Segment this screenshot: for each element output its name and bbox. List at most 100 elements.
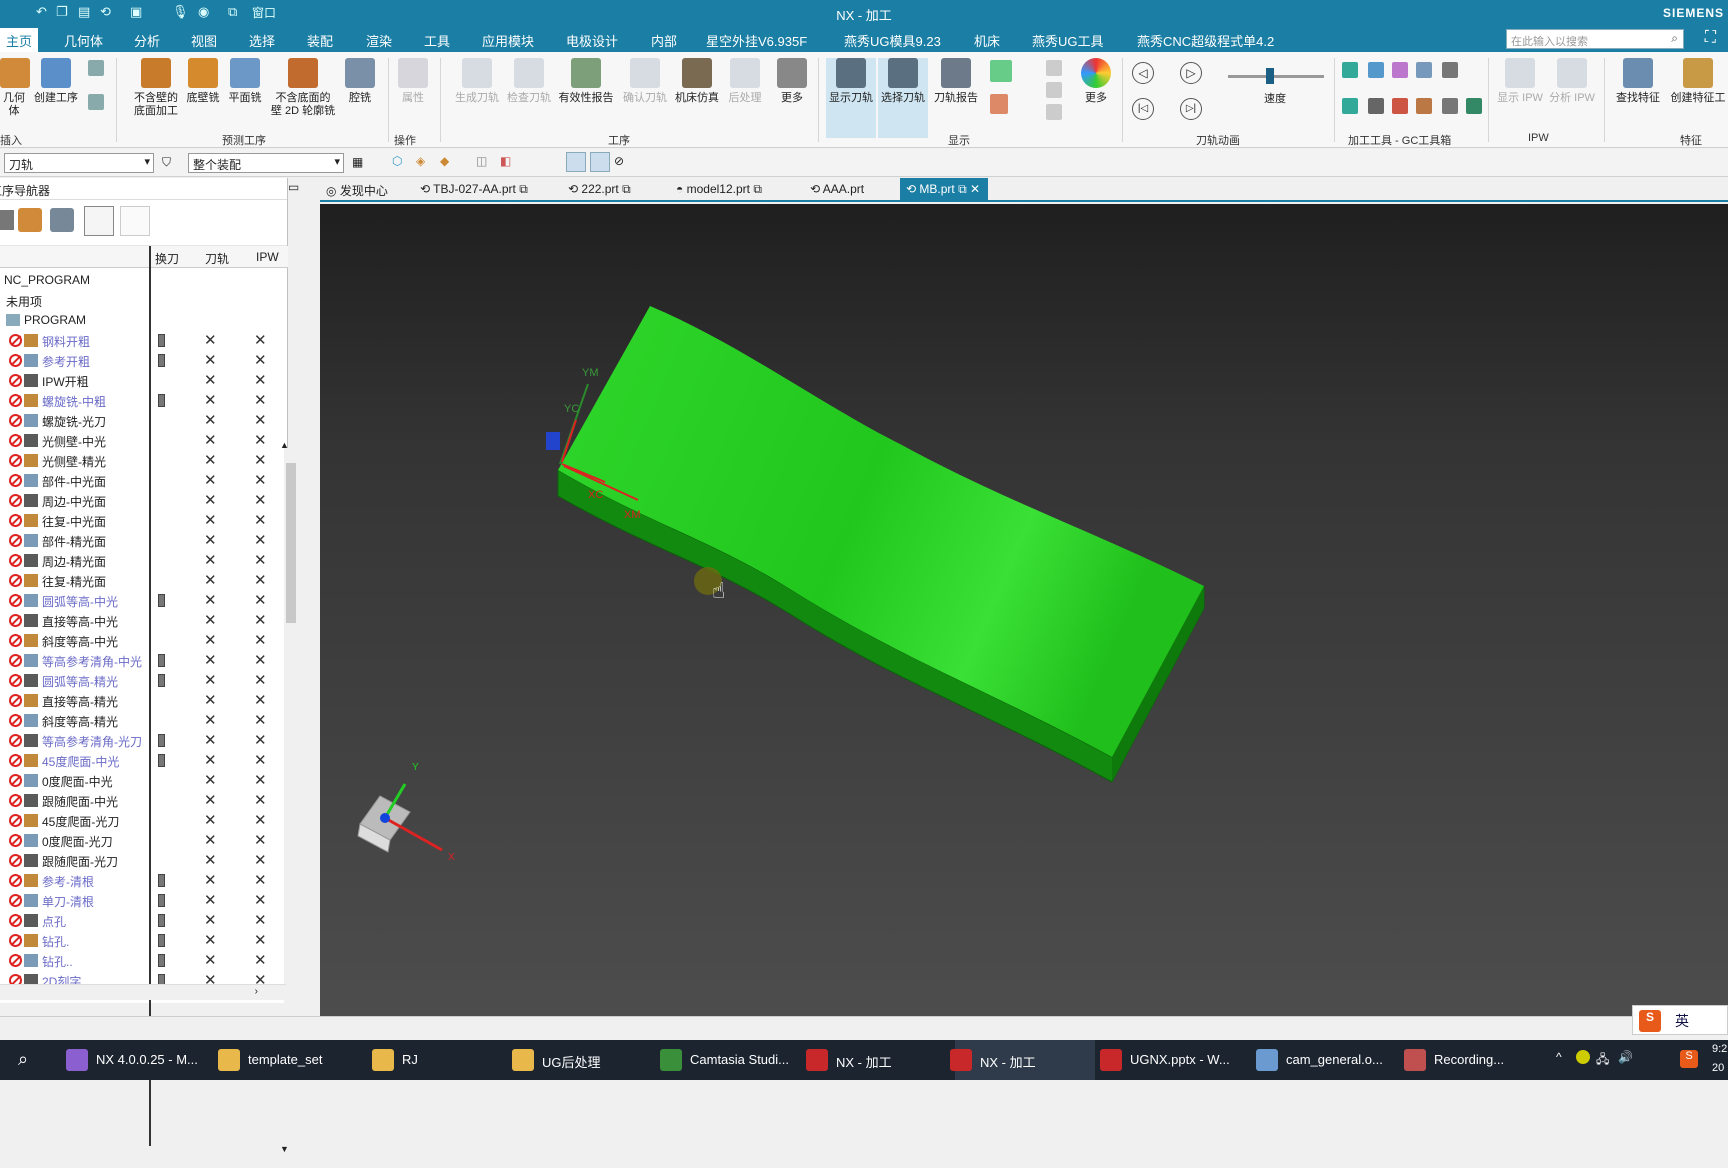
scroll-right-icon[interactable]: ›	[255, 986, 258, 997]
navigator-hscrollbar[interactable]: ›	[0, 984, 286, 1000]
taskbar-item[interactable]: NX - 加工	[980, 1052, 1036, 1071]
command-search-input[interactable]: 在此输入以搜索	[1506, 29, 1684, 49]
menu-tab-15[interactable]: 燕秀CNC超级程式单4.2	[1137, 31, 1274, 50]
operation-row[interactable]: 参考-清根 ✕ ✕	[0, 870, 282, 890]
menu-tab-1[interactable]: 几何体	[64, 31, 103, 50]
operation-row[interactable]: 单刀-清根 ✕ ✕	[0, 890, 282, 910]
menu-tab-3[interactable]: 视图	[191, 31, 217, 50]
gc-tool-5-icon[interactable]	[1342, 98, 1358, 114]
network-icon[interactable]: 🖧	[1596, 1050, 1609, 1071]
scroll-up-icon[interactable]: ▲	[280, 440, 289, 450]
tool-display-icon[interactable]	[990, 94, 1008, 114]
operation-row[interactable]: 斜度等高-中光 ✕ ✕	[0, 630, 282, 650]
create-feature-button[interactable]: 创建特征工	[1668, 58, 1728, 105]
menu-tab-6[interactable]: 渲染	[366, 31, 392, 50]
create-tool-icon[interactable]	[88, 60, 104, 76]
taskbar-item[interactable]: UG后处理	[542, 1052, 601, 1071]
post-process-button[interactable]: 后处理	[724, 58, 766, 105]
filter-icon[interactable]: ⛉	[162, 155, 171, 170]
menu-tab-11[interactable]: 星空外挂V6.935F	[706, 31, 807, 50]
speed-slider[interactable]	[1228, 75, 1324, 78]
menu-tab-10[interactable]: 内部	[651, 31, 677, 50]
operation-row[interactable]: 往复-中光面 ✕ ✕	[0, 510, 282, 530]
nav-add-icon[interactable]	[84, 206, 114, 236]
taskbar-item[interactable]: cam_general.o...	[1286, 1052, 1383, 1067]
scope-select[interactable]: 整个装配	[188, 153, 344, 173]
nav-remove-icon[interactable]	[120, 206, 150, 236]
operation-row[interactable]: 往复-精光面 ✕ ✕	[0, 570, 282, 590]
create-geometry-icon[interactable]	[88, 94, 104, 110]
operation-row[interactable]: 点孔 ✕ ✕	[0, 910, 282, 930]
graphics-viewport[interactable]: YM YC XC XM ☝ Y X	[320, 204, 1728, 1016]
operation-row[interactable]: 斜度等高-精光 ✕ ✕	[0, 710, 282, 730]
operation-row[interactable]: 直接等高-精光 ✕ ✕	[0, 690, 282, 710]
more-display-button[interactable]: 更多	[1076, 58, 1116, 105]
snap-3-icon[interactable]: ◆	[440, 154, 449, 168]
operation-row[interactable]: 45度爬面-中光 ✕ ✕	[0, 750, 282, 770]
snap-2-icon[interactable]: ◈	[416, 154, 425, 168]
gc-tool-10-icon[interactable]	[1466, 98, 1482, 114]
operation-row[interactable]: 0度爬面-中光 ✕ ✕	[0, 770, 282, 790]
gc-tool-6-icon[interactable]	[1368, 98, 1384, 114]
tree-program[interactable]: PROGRAM	[0, 310, 282, 330]
tray-app-icon[interactable]	[1576, 1050, 1590, 1064]
confirm-path-button[interactable]: 确认刀轨	[620, 58, 670, 105]
operation-row[interactable]: 等高参考清角-光刀 ✕ ✕	[0, 730, 282, 750]
check-icon[interactable]	[1342, 62, 1358, 78]
taskbar-item[interactable]: RJ	[402, 1052, 418, 1067]
machine-sim-button[interactable]: 机床仿真	[672, 58, 722, 105]
gc-tool-7-icon[interactable]	[1392, 98, 1408, 114]
operation-row[interactable]: 螺旋铣-中粗 ✕ ✕	[0, 390, 282, 410]
scroll-down-icon[interactable]: ▼	[280, 1144, 289, 1154]
play-icon[interactable]: ▷	[1180, 62, 1202, 84]
box-2-icon[interactable]: ◧	[500, 154, 511, 168]
menu-tab-2[interactable]: 分析	[134, 31, 160, 50]
menu-tab-12[interactable]: 燕秀UG模具9.23	[844, 31, 941, 50]
rewind-icon[interactable]: ◁	[1132, 62, 1154, 84]
gc-tool-9-icon[interactable]	[1442, 98, 1458, 114]
clock-date[interactable]: 20	[1712, 1062, 1724, 1074]
face-mill-button[interactable]: 平面铣	[226, 58, 264, 105]
create-operation-button[interactable]: 创建工序	[32, 58, 80, 105]
operation-row[interactable]: 光侧壁-精光 ✕ ✕	[0, 450, 282, 470]
geometry-button[interactable]: 几何体	[0, 58, 30, 118]
taskbar-item[interactable]: UGNX.pptx - W...	[1130, 1052, 1230, 1067]
hide-icon[interactable]: ⊘	[614, 154, 624, 168]
nav-view-1-icon[interactable]	[0, 210, 14, 230]
operation-row[interactable]: 圆弧等高-中光 ✕ ✕	[0, 590, 282, 610]
fullscreen-icon[interactable]: ⛶	[1705, 29, 1716, 47]
floor-wall-button[interactable]: 底壁铣	[186, 58, 220, 105]
tray-chevron-icon[interactable]: ^	[1556, 1050, 1562, 1064]
step-forward-icon[interactable]: ▷|	[1180, 98, 1202, 120]
operation-row[interactable]: 部件-中光面 ✕ ✕	[0, 470, 282, 490]
menu-tab-4[interactable]: 选择	[249, 31, 275, 50]
operation-row[interactable]: 钻孔.. ✕ ✕	[0, 950, 282, 970]
wall-2d-button[interactable]: 不含底面的 壁 2D 轮廓铣	[268, 58, 338, 118]
tab-discovery[interactable]: ◎ 发现中心	[326, 182, 388, 199]
operation-row[interactable]: 45度爬面-光刀 ✕ ✕	[0, 810, 282, 830]
taskbar-item[interactable]: template_set	[248, 1052, 322, 1067]
select-path-button[interactable]: 选择刀轨	[878, 58, 928, 138]
operation-row[interactable]: 螺旋铣-光刀 ✕ ✕	[0, 410, 282, 430]
operation-row[interactable]: 钻孔. ✕ ✕	[0, 930, 282, 950]
ipw-display-icon[interactable]	[990, 60, 1012, 82]
analyze-ipw-button[interactable]: 分析 IPW	[1548, 58, 1596, 105]
gc-tool-3-icon[interactable]	[1416, 62, 1432, 78]
operation-row[interactable]: 等高参考清角-中光 ✕ ✕	[0, 650, 282, 670]
tab-tbj[interactable]: ⟲ TBJ-027-AA.prt ⧉	[420, 182, 528, 197]
layer-icon[interactable]	[1046, 82, 1062, 98]
sogou-tray-icon[interactable]: S	[1680, 1050, 1698, 1068]
path-report-button[interactable]: 刀轨报告	[932, 58, 980, 105]
menu-tab-8[interactable]: 应用模块	[482, 31, 534, 50]
operation-row[interactable]: 直接等高-中光 ✕ ✕	[0, 610, 282, 630]
tab-model12[interactable]: ◓ model12.prt ⧉	[676, 182, 762, 197]
snap-icon[interactable]: ⬡	[392, 154, 402, 168]
operation-row[interactable]: 0度爬面-光刀 ✕ ✕	[0, 830, 282, 850]
gc-tool-1-icon[interactable]	[1368, 62, 1384, 78]
box-icon[interactable]: ◫	[476, 154, 487, 168]
speed-slider-thumb[interactable]	[1266, 68, 1274, 84]
menu-tab-0[interactable]: 主页	[0, 28, 39, 55]
menu-tab-13[interactable]: 机床	[974, 31, 1000, 50]
step-back-icon[interactable]: |◁	[1132, 98, 1154, 120]
taskbar-item[interactable]: NX - 加工	[836, 1052, 892, 1071]
